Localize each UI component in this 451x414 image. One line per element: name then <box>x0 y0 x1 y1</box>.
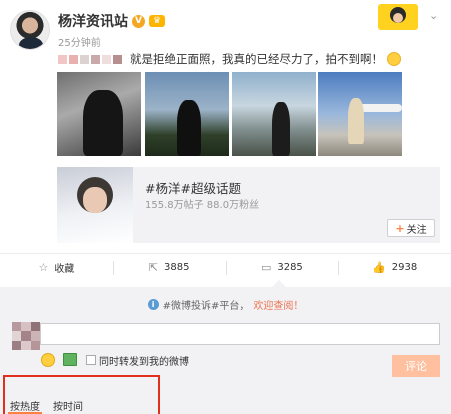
repost-button[interactable]: ⇱ 3885 <box>112 254 226 281</box>
vip-crown-icon: ♛ <box>149 15 165 27</box>
comment-button[interactable]: ▭ 3285 <box>225 254 339 281</box>
complaint-notice: i #微博投诉#平台， 欢迎查阅！ <box>12 295 439 313</box>
smile-emoji-icon <box>387 52 401 66</box>
favorite-button[interactable]: ☆ 收藏 <box>0 254 113 281</box>
chevron-down-icon[interactable]: ⌄ <box>429 9 438 22</box>
profile-badge-image <box>378 4 418 30</box>
notice-link[interactable]: 欢迎查阅！ <box>253 297 303 312</box>
notice-text: #微博投诉#平台， <box>162 300 250 312</box>
post-text: 就是拒绝正面照，我真的已经尽力了，拍不到啊！ <box>130 52 383 66</box>
repost-count: 3885 <box>164 262 190 273</box>
like-count: 2938 <box>391 262 418 273</box>
current-user-avatar <box>12 322 40 350</box>
post-photo-1[interactable] <box>57 72 141 156</box>
post-time[interactable]: 25分钟前 <box>58 34 101 49</box>
comment-icon: ▭ <box>260 261 272 274</box>
sort-by-time-tab[interactable]: 按时间 <box>53 398 83 413</box>
plus-icon: + <box>395 221 405 235</box>
post-photo-4[interactable] <box>318 72 402 156</box>
action-bar: ☆ 收藏 ⇱ 3885 ▭ 3285 👍 2938 <box>0 253 451 281</box>
weibo-post-card: 杨洋资讯站 V ♛ 25分钟前 ⌄ 就是拒绝正面照，我真的已经尽力了，拍不到啊！… <box>0 0 451 286</box>
follow-label: 关注 <box>406 224 427 236</box>
post-body: 就是拒绝正面照，我真的已经尽力了，拍不到啊！ <box>58 50 401 68</box>
mosaic-redaction <box>58 54 122 64</box>
submit-comment-button[interactable]: 评论 <box>392 355 440 377</box>
repost-icon: ⇱ <box>148 261 158 274</box>
author-name[interactable]: 杨洋资讯站 <box>58 11 128 31</box>
author-avatar[interactable] <box>10 10 50 50</box>
comment-input[interactable] <box>40 323 440 345</box>
emoji-icon[interactable] <box>41 353 55 367</box>
verified-icon: V <box>132 14 145 28</box>
follow-button[interactable]: + 关注 <box>387 219 435 237</box>
author-row: 杨洋资讯站 V ♛ <box>58 11 165 31</box>
sort-by-hot-tab[interactable]: 按热度 <box>10 398 40 413</box>
repost-checkbox[interactable] <box>86 355 96 365</box>
star-icon: ☆ <box>38 261 49 274</box>
like-button[interactable]: 👍 2938 <box>338 254 451 281</box>
super-topic-card[interactable]: #杨洋#超级话题 155.8万帖子 88.0万粉丝 + 关注 <box>57 167 440 243</box>
comment-count: 3285 <box>277 262 303 273</box>
repost-checkbox-label[interactable]: 同时转发到我的微博 <box>99 353 189 368</box>
thumbs-up-icon: 👍 <box>372 261 386 274</box>
comment-panel-caret <box>272 280 286 287</box>
image-icon[interactable] <box>63 353 77 366</box>
favorite-label: 收藏 <box>54 264 75 275</box>
info-icon: i <box>147 298 159 310</box>
post-photo-2[interactable] <box>145 72 229 156</box>
topic-title[interactable]: #杨洋#超级话题 <box>145 178 241 197</box>
topic-cover-image <box>57 167 133 243</box>
post-photo-3[interactable] <box>232 72 316 156</box>
topic-stats: 155.8万帖子 88.0万粉丝 <box>145 200 260 211</box>
